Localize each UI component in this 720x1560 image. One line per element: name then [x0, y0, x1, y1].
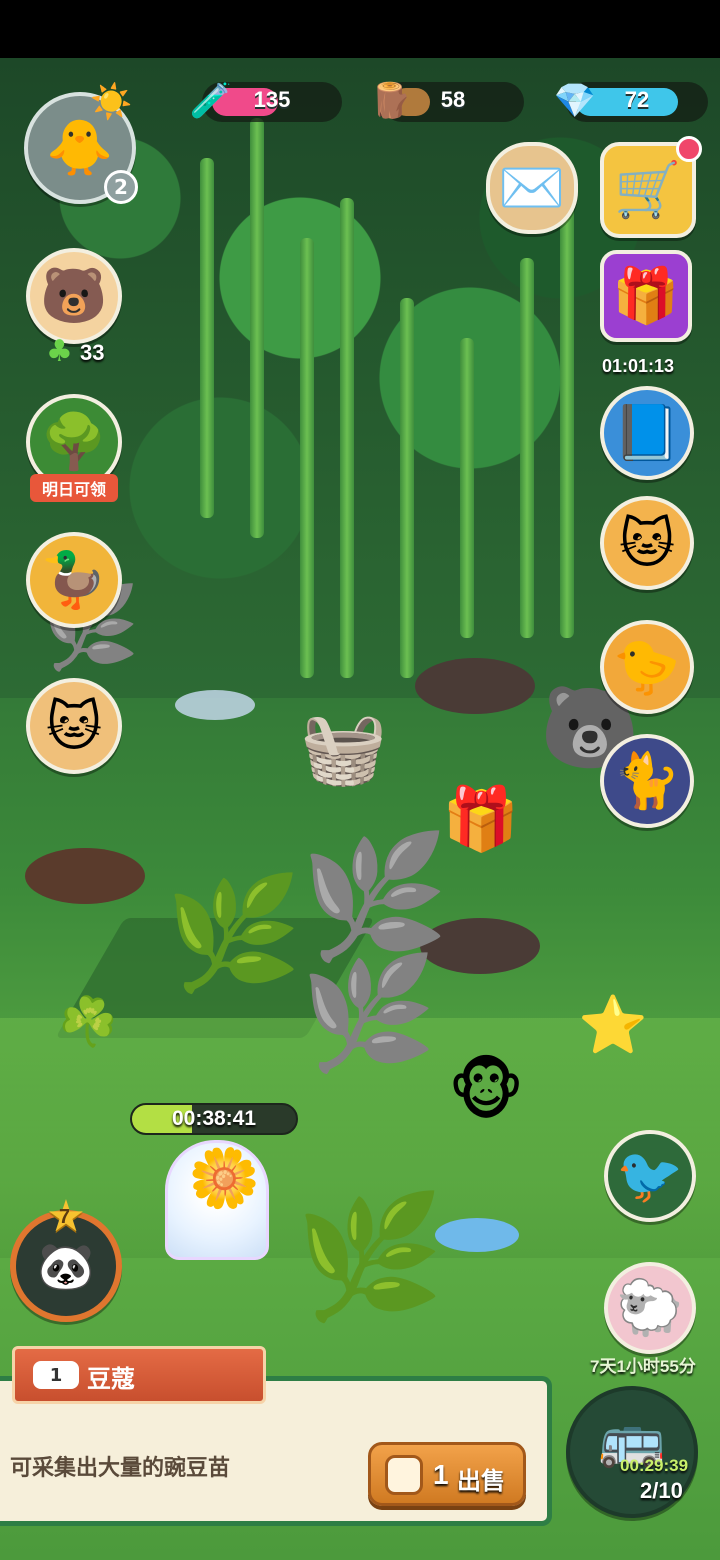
cart-icon: 🛒 [614, 158, 682, 221]
claim-tomorrow-label: 明日可领 [30, 474, 118, 502]
soil-mound[interactable] [415, 658, 535, 714]
sell-count: 1 [433, 1459, 449, 1490]
wood-count: 58 [440, 87, 466, 112]
wood-resource[interactable]: 🪵 58 [370, 81, 524, 122]
cat-shop-button[interactable]: 🐱 [600, 496, 694, 590]
bear-friends-icon: 🐻 [40, 264, 108, 327]
bus-count: 2/10 [640, 1478, 683, 1503]
item-name: 豆蔻 [87, 1365, 135, 1393]
bird-visitor-button[interactable]: 🐦 [604, 1130, 696, 1222]
bush-icon: 🌳 [40, 410, 108, 473]
item-count-badge: 1 [33, 1361, 79, 1389]
clover-count: 33 [80, 340, 105, 365]
player-level-badge: 2 [104, 170, 138, 204]
sheep-icon: 🐑 [616, 1276, 684, 1339]
pea-plant[interactable]: 🌿 [165, 878, 302, 988]
star-level: 7 [59, 1206, 71, 1228]
ducklings-button[interactable]: 🐤 [600, 620, 694, 714]
shop-timer: 7天1小时55分 [590, 1357, 696, 1376]
growth-timer: 00:38:41 [171, 1107, 257, 1130]
bamboo-stalk [400, 298, 414, 678]
bird-icon: 🐦 [616, 1144, 684, 1207]
detective-cat-button[interactable]: 🐱 [26, 678, 122, 774]
pea-plant[interactable]: 🌿 [295, 1198, 444, 1318]
bus-timer: 00:29:39 [620, 1456, 689, 1475]
monkey-toy[interactable]: 🐵 [448, 1058, 524, 1124]
sell-button[interactable]: 1 出售 [368, 1442, 526, 1506]
chest-icon: 🎁 [612, 264, 680, 327]
puddle [435, 1218, 519, 1252]
soil-mound[interactable] [25, 848, 145, 904]
black-cat-icon: 🐈 [613, 749, 681, 812]
item-description: 可采集出大量的豌豆苗 [10, 1456, 231, 1481]
duck-icon: 🦆 [40, 548, 108, 611]
bamboo-stalk [200, 158, 214, 518]
bamboo-stalk [340, 198, 354, 678]
friends-button[interactable]: 🐻 [26, 248, 122, 344]
growth-timer-bar: 00:38:41 [130, 1103, 298, 1135]
duck-avatar-icon: 🐥 [46, 116, 114, 179]
sheep-shop-button[interactable]: 🐑 [604, 1262, 696, 1354]
withered-plant[interactable]: 🌿 [300, 838, 449, 958]
star-rock[interactable]: ⭐ [578, 998, 648, 1054]
flower-dome[interactable]: 🌼 [165, 1140, 269, 1260]
potion-count: 135 [253, 87, 291, 112]
letter-mail-button[interactable]: ✉️ [486, 142, 578, 234]
bamboo-stalk [520, 258, 534, 638]
notification-dot [676, 136, 702, 162]
chest-timer: 01:01:13 [602, 356, 675, 376]
puddle [175, 690, 255, 720]
potion-resource[interactable]: 🧪 135 [190, 81, 342, 122]
status-bar [0, 0, 720, 58]
book-icon: 📘 [613, 401, 681, 464]
cat-icon: 🐱 [618, 511, 676, 575]
sell-label: 出售 [457, 1468, 505, 1495]
bamboo-stalk [250, 118, 264, 538]
catalog-book-button[interactable]: 📘 [600, 386, 694, 480]
sun-icon: ☀️ [90, 82, 133, 122]
jar-icon [385, 1455, 423, 1495]
ducklings-icon: 🐤 [613, 635, 681, 698]
treasure-chest-button[interactable]: 🎁 [600, 250, 692, 342]
gem-count: 72 [624, 87, 650, 112]
bamboo-stalk [560, 178, 574, 638]
item-title-tag: 1 豆蔻 [12, 1346, 266, 1404]
clover[interactable]: ☘️ [58, 998, 118, 1046]
gem-resource[interactable]: 💎 72 [554, 81, 708, 122]
panda-icon: 🐼 [37, 1238, 95, 1293]
bamboo-stalk [460, 338, 474, 638]
duck-event-button[interactable]: 🦆 [26, 532, 122, 628]
black-cat-button[interactable]: 🐈 [600, 734, 694, 828]
basket[interactable]: 🧺 [300, 713, 387, 783]
gift-box[interactable]: 🎁 [442, 788, 519, 850]
mail-icon: ✉️ [498, 156, 566, 219]
bamboo-stalk [300, 238, 314, 678]
withered-plant[interactable]: 🌿 [300, 958, 437, 1068]
clover-icon: ♣ [46, 334, 73, 369]
daisy-icon: 🌼 [188, 1144, 261, 1212]
cat-detective-icon: 🐱 [45, 694, 103, 758]
